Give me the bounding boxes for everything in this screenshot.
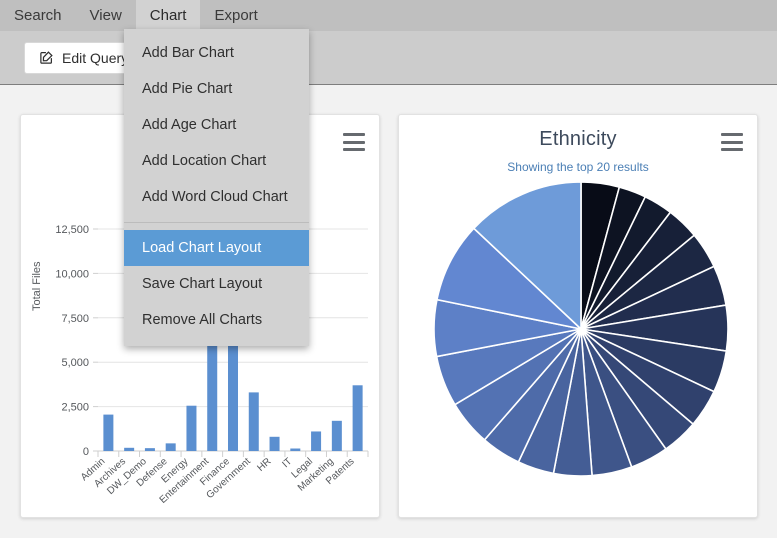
- edit-query-label: Edit Query: [62, 49, 129, 66]
- menu-item-add-word-cloud-chart[interactable]: Add Word Cloud Chart: [124, 179, 309, 215]
- menubar-item-label: View: [89, 7, 122, 24]
- menu-item-load-chart-layout[interactable]: Load Chart Layout: [124, 230, 309, 266]
- pie-chart-card: Ethnicity Showing the top 20 results: [398, 114, 758, 518]
- bar[interactable]: [103, 414, 114, 451]
- pie-chart-plot: [399, 179, 759, 509]
- y-tick-label: 12,500: [55, 224, 89, 236]
- menubar-item-view[interactable]: View: [76, 0, 136, 31]
- chart-dropdown-menu: Add Bar Chart Add Pie Chart Add Age Chart A…: [124, 29, 309, 346]
- y-tick-label: 7,500: [61, 313, 89, 325]
- bar[interactable]: [352, 385, 363, 451]
- menu-item-label: Add Age Chart: [142, 117, 237, 133]
- menu-item-add-bar-chart[interactable]: Add Bar Chart: [124, 35, 309, 71]
- toolbar: Edit Query: [0, 31, 777, 85]
- bar-chart-y-axis-label: Total Files: [31, 261, 43, 311]
- menu-item-add-age-chart[interactable]: Add Age Chart: [124, 107, 309, 143]
- menubar-item-chart[interactable]: Chart: [135, 0, 201, 31]
- pie-chart-svg: [433, 181, 729, 477]
- bar[interactable]: [269, 436, 280, 451]
- y-tick-label: 5,000: [61, 357, 89, 369]
- menu-item-add-pie-chart[interactable]: Add Pie Chart: [124, 71, 309, 107]
- bar[interactable]: [165, 443, 176, 451]
- menubar-item-label: Search: [14, 7, 62, 24]
- bar[interactable]: [311, 431, 322, 451]
- menu-item-add-location-chart[interactable]: Add Location Chart: [124, 143, 309, 179]
- pie-chart-subtitle: Showing the top 20 results: [507, 160, 649, 174]
- menu-item-label: Add Word Cloud Chart: [142, 189, 288, 205]
- menu-item-label: Add Bar Chart: [142, 45, 234, 61]
- edit-pencil-square-icon: [39, 50, 54, 65]
- menu-item-label: Add Pie Chart: [142, 81, 233, 97]
- x-tick-label: IT: [280, 456, 294, 470]
- menu-item-label: Load Chart Layout: [142, 240, 262, 256]
- bar[interactable]: [248, 392, 259, 451]
- chart-content-area: Total Files 0 2,500 5,000 7,500 10,000 12,500…: [0, 86, 777, 538]
- menubar-item-label: Export: [214, 7, 258, 24]
- bar[interactable]: [186, 405, 197, 451]
- app-root: Search View Chart Export Edit Query Tota…: [0, 0, 777, 538]
- y-tick-label: 0: [83, 446, 89, 458]
- y-tick-label: 2,500: [61, 402, 89, 414]
- menu-item-remove-all-charts[interactable]: Remove All Charts: [124, 302, 309, 338]
- hamburger-menu-icon[interactable]: [721, 133, 743, 151]
- pie-chart-title: Ethnicity: [539, 128, 617, 150]
- menu-item-label: Remove All Charts: [142, 312, 263, 328]
- menubar-item-label: Chart: [149, 7, 187, 24]
- menubar-item-search[interactable]: Search: [0, 0, 76, 31]
- menu-item-label: Add Location Chart: [142, 153, 267, 169]
- bar[interactable]: [290, 448, 301, 451]
- menu-item-save-chart-layout[interactable]: Save Chart Layout: [124, 266, 309, 302]
- menu-item-label: Save Chart Layout: [142, 276, 263, 292]
- menu-bar: Search View Chart Export: [0, 0, 777, 31]
- bar[interactable]: [124, 447, 135, 451]
- menubar-item-export[interactable]: Export: [200, 0, 271, 31]
- bar[interactable]: [144, 448, 155, 451]
- menu-separator: [124, 222, 309, 223]
- y-tick-label: 10,000: [55, 268, 89, 280]
- bar[interactable]: [331, 420, 342, 451]
- x-tick-label: HR: [255, 456, 273, 474]
